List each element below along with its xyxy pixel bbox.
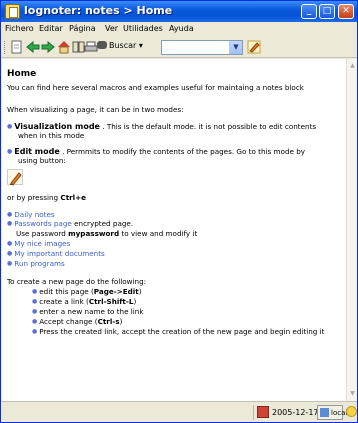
search-label: Buscar bbox=[109, 41, 137, 50]
edit-mode-title: Edit mode bbox=[14, 147, 60, 156]
step-5-text: Press the created link, accept the creat… bbox=[39, 327, 325, 336]
forward-arrow-icon[interactable] bbox=[41, 40, 55, 54]
edit-button-pencil-icon[interactable] bbox=[7, 169, 23, 186]
page-content[interactable]: Home You can find here several macros an… bbox=[2, 59, 346, 401]
create-page-intro: To create a new page do the following: bbox=[7, 277, 147, 286]
step-1-key: Page->Edit bbox=[93, 287, 139, 296]
toolbar: Buscar ▾ ▼ bbox=[1, 37, 357, 58]
menu-fichero[interactable]: Fichero bbox=[5, 24, 34, 33]
search-dropdown-icon[interactable]: ▼ bbox=[229, 41, 242, 54]
minimize-button[interactable]: _ bbox=[301, 4, 317, 19]
step-5: Press the created link, accept the creat… bbox=[32, 327, 324, 336]
shortcut-prefix: or by pressing bbox=[7, 193, 61, 202]
intro-text: You can find here several macros and exa… bbox=[7, 83, 304, 92]
link-item-images: My nice images bbox=[7, 239, 70, 248]
link-item-daily: Daily notes bbox=[7, 210, 55, 219]
menu-editar[interactable]: Editar bbox=[39, 24, 63, 33]
location-indicator[interactable]: local bbox=[317, 405, 347, 420]
edit-pencil-icon[interactable] bbox=[247, 40, 261, 54]
password-hint-prefix: Use password bbox=[16, 229, 69, 238]
password-hint: Use password mypassword to view and modi… bbox=[16, 229, 197, 238]
menu-ver[interactable]: Ver bbox=[105, 24, 118, 33]
link-item-run: Run programs bbox=[7, 259, 65, 268]
search-menu[interactable]: Buscar ▾ bbox=[97, 41, 143, 50]
scroll-down-icon[interactable]: ▼ bbox=[347, 389, 358, 399]
visualization-mode-title: Visualization mode bbox=[14, 122, 100, 131]
password-hint-suffix: to view and modify it bbox=[119, 229, 198, 238]
step-2-prefix: create a link ( bbox=[39, 297, 89, 306]
chevron-down-icon: ▾ bbox=[138, 41, 143, 50]
search-input[interactable]: ▼ bbox=[161, 40, 243, 55]
app-icon bbox=[5, 4, 20, 19]
vertical-scrollbar[interactable]: ▲ ▼ bbox=[346, 59, 357, 401]
menu-bar: Fichero Editar Página Ver Utilidades Ayu… bbox=[1, 22, 357, 37]
important-documents-link[interactable]: My important documents bbox=[14, 249, 105, 258]
menu-utilidades[interactable]: Utilidades bbox=[123, 24, 163, 33]
passwords-page-link[interactable]: Passwords page bbox=[14, 219, 72, 228]
back-arrow-icon[interactable] bbox=[26, 40, 40, 54]
visualization-mode-text-2: when in this mode bbox=[18, 131, 85, 140]
step-4-key: Ctrl-s bbox=[97, 317, 120, 326]
scroll-up-icon[interactable]: ▲ bbox=[347, 61, 358, 71]
menu-ayuda[interactable]: Ayuda bbox=[169, 24, 194, 33]
shortcut-key: Ctrl+e bbox=[60, 193, 87, 202]
window-title: lognoter: notes > Home bbox=[24, 4, 173, 17]
network-icon bbox=[320, 408, 329, 417]
modes-intro-text: When visualizing a page, it can be in tw… bbox=[7, 105, 184, 114]
toolbar-grip[interactable] bbox=[4, 41, 6, 54]
calendar-icon[interactable] bbox=[257, 406, 269, 418]
nice-images-link[interactable]: My nice images bbox=[14, 239, 70, 248]
status-smiley-icon bbox=[346, 406, 357, 417]
edit-mode-item: Edit mode . Permmits to modify the conte… bbox=[7, 147, 305, 156]
step-3: enter a new name to the link bbox=[32, 307, 144, 316]
app-window: lognoter: notes > Home _ □ ✕ Fichero Edi… bbox=[0, 0, 358, 423]
step-4-prefix: Accept change ( bbox=[39, 317, 98, 326]
passwords-suffix: encrypted page. bbox=[71, 219, 134, 228]
print-icon[interactable] bbox=[84, 40, 98, 54]
title-bar[interactable]: lognoter: notes > Home _ □ ✕ bbox=[1, 1, 357, 22]
link-item-docs: My important documents bbox=[7, 249, 105, 258]
close-button[interactable]: ✕ bbox=[338, 4, 354, 19]
step-3-text: enter a new name to the link bbox=[39, 307, 144, 316]
step-2-suffix: ) bbox=[133, 297, 137, 306]
status-separator bbox=[253, 405, 254, 420]
step-1-prefix: edit this page ( bbox=[39, 287, 94, 296]
password-value: mypassword bbox=[68, 229, 120, 238]
status-date: 2005-12-17 bbox=[272, 408, 319, 417]
maximize-button[interactable]: □ bbox=[319, 4, 335, 19]
step-2: create a link (Ctrl-Shift-L) bbox=[32, 297, 136, 306]
location-label: local bbox=[331, 409, 348, 417]
step-4: Accept change (Ctrl-s) bbox=[32, 317, 122, 326]
page-heading: Home bbox=[7, 69, 37, 79]
visualization-mode-item: Visualization mode . This is the default… bbox=[7, 122, 316, 131]
edit-mode-text: . Permmits to modify the contents of the… bbox=[59, 147, 306, 156]
shortcut-text: or by pressing Ctrl+e bbox=[7, 193, 86, 202]
run-programs-link[interactable]: Run programs bbox=[14, 259, 65, 268]
daily-notes-link[interactable]: Daily notes bbox=[14, 210, 54, 219]
menu-pagina[interactable]: Página bbox=[69, 24, 96, 33]
step-4-suffix: ) bbox=[119, 317, 123, 326]
new-page-icon[interactable] bbox=[10, 40, 24, 54]
home-icon[interactable] bbox=[57, 40, 71, 54]
step-2-key: Ctrl-Shift-L bbox=[88, 297, 134, 306]
edit-mode-text-2: using button: bbox=[18, 156, 66, 165]
status-bar: 2005-12-17 local bbox=[1, 401, 357, 422]
visualization-mode-text: . This is the default mode. it is not po… bbox=[99, 122, 317, 131]
link-item-passwords: Passwords page encrypted page. bbox=[7, 219, 133, 228]
binoculars-icon bbox=[97, 41, 107, 49]
step-1: edit this page (Page->Edit) bbox=[32, 287, 142, 296]
step-1-suffix: ) bbox=[138, 287, 142, 296]
